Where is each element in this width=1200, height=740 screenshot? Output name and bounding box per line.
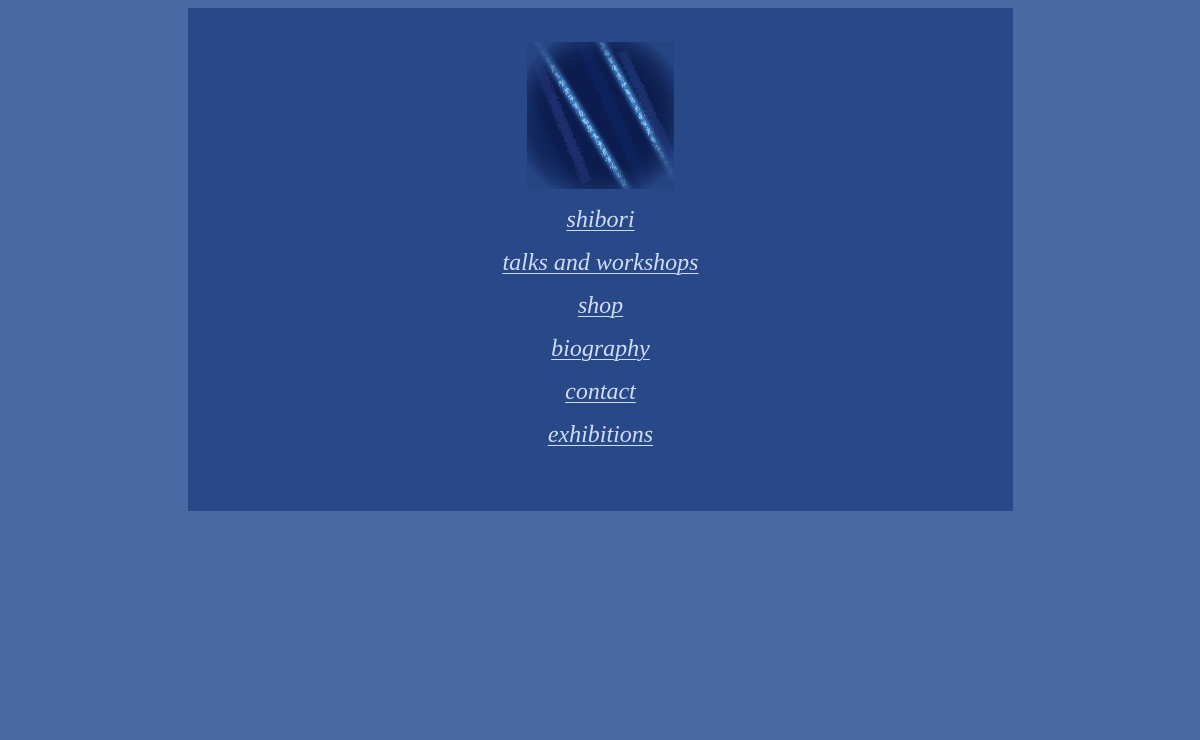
nav-item-biography: biography	[188, 330, 1013, 373]
main-navigation: shibori talks and workshops shop biograp…	[188, 201, 1013, 459]
nav-item-talks-and-workshops: talks and workshops	[188, 244, 1013, 287]
nav-link-biography[interactable]: biography	[551, 336, 650, 362]
nav-link-exhibitions[interactable]: exhibitions	[548, 422, 653, 448]
nav-item-shibori: shibori	[188, 201, 1013, 244]
nav-item-exhibitions: exhibitions	[188, 416, 1013, 459]
nav-link-talks-and-workshops[interactable]: talks and workshops	[502, 250, 698, 276]
nav-link-shibori[interactable]: shibori	[566, 207, 634, 233]
shibori-fabric-image	[527, 42, 674, 189]
nav-link-shop[interactable]: shop	[578, 293, 623, 319]
nav-item-shop: shop	[188, 287, 1013, 330]
nav-link-contact[interactable]: contact	[565, 379, 636, 405]
content-panel: shibori talks and workshops shop biograp…	[188, 8, 1013, 511]
nav-item-contact: contact	[188, 373, 1013, 416]
